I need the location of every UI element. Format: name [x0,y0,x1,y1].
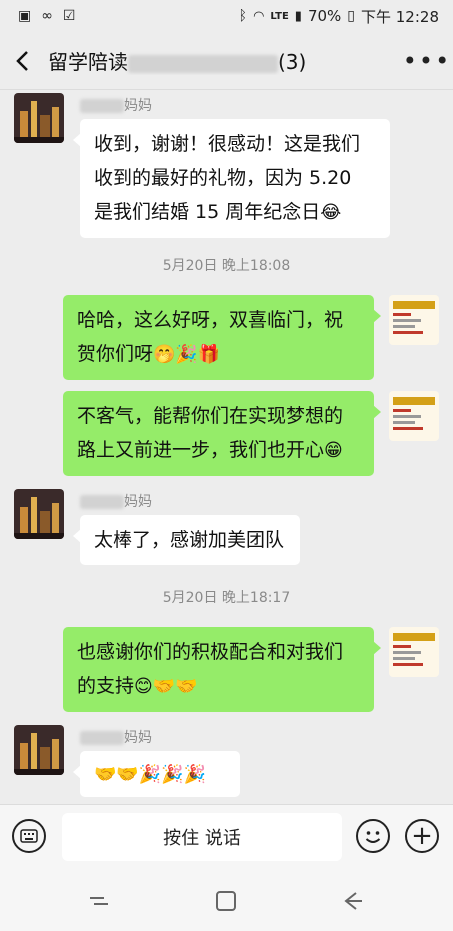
status-right: ᛒ ◠ LTE ▮ 70% ▯ 下午 12:28 [239,6,439,27]
nickname-suffix: 妈妈 [124,494,152,510]
back-button[interactable] [0,32,44,90]
emoji-button[interactable] [356,819,390,853]
status-left-icons: ▣ ∞ ☑ [18,8,75,24]
avatar[interactable] [14,489,64,539]
handshake-emoji-icon: 😊🤝🤝 [134,676,198,697]
bluetooth-icon: ᛒ [238,8,248,24]
avatar-self[interactable] [389,295,439,345]
battery-level: 70% [307,7,342,25]
emoji-icon [365,831,381,843]
timestamp: 5月20日 晚上18:08 [162,258,291,274]
checkbox-icon: ☑ [62,8,76,24]
system-back-icon [344,892,362,910]
chat-member-count: (3) [278,50,307,74]
battery-icon: ▯ [347,8,355,24]
redacted-name [80,495,124,509]
input-bar: 按住 说话 + [0,804,453,869]
voicemail-icon: ∞ [41,8,53,24]
chat-header: 留学陪读 (3) ••• [0,32,453,90]
handshake-party-emoji-icon: 🤝🤝🎉🎉🎉 [94,764,207,785]
chat-title-prefix: 留学陪读 [48,50,128,74]
company-logo-avatar [389,295,439,345]
nickname-suffix: 妈妈 [124,98,152,114]
clock: 下午 12:28 [361,7,439,26]
gallery-icon: ▣ [18,8,32,24]
company-logo-avatar [389,627,439,677]
system-back-button[interactable] [340,888,366,914]
chat-title: 留学陪读 (3) [48,46,401,75]
message-bubble-incoming[interactable]: 太棒了，感谢加美团队 [73,515,300,565]
system-navigation-bar [0,868,453,931]
celebration-emoji-icon: 🤭🎉🎁 [153,344,221,365]
city-avatar-image [14,725,64,775]
avatar[interactable] [14,725,64,775]
plus-button[interactable]: + [405,819,439,853]
sender-nickname: 妈妈 [80,491,152,511]
home-button[interactable] [213,888,239,914]
avatar[interactable] [14,93,64,143]
home-icon [216,891,236,911]
wifi-icon: ◠ [253,8,265,24]
redacted-name [128,54,278,73]
recent-apps-icon [90,897,108,905]
message-text: 不客气，能帮你们在实现梦想的路上又前进一步，我们也开心 [77,405,344,461]
plus-icon: + [411,821,433,851]
avatar-self[interactable] [389,627,439,677]
sender-nickname: 妈妈 [80,727,152,747]
back-arrow-icon [16,50,28,71]
avatar-self[interactable] [389,391,439,441]
nickname-suffix: 妈妈 [124,730,152,746]
signal-icon: ▮ [294,8,302,24]
city-avatar-image [14,93,64,143]
message-bubble-incoming[interactable]: 收到，谢谢！很感动！这是我们收到的最好的礼物，因为 5.20 是我们结婚 15 … [73,119,390,238]
sender-nickname: 妈妈 [80,95,152,115]
message-bubble-outgoing[interactable]: 也感谢你们的积极配合和对我们的支持😊🤝🤝 [63,627,381,712]
status-bar: ▣ ∞ ☑ ᛒ ◠ LTE ▮ 70% ▯ 下午 12:28 [0,0,453,32]
message-text: 也感谢你们的积极配合和对我们的支持 [77,641,344,697]
redacted-name [80,99,124,113]
keyboard-icon [20,829,38,843]
more-button[interactable]: ••• [401,32,453,90]
chat-area[interactable]: 妈妈 收到，谢谢！很感动！这是我们收到的最好的礼物，因为 5.20 是我们结婚 … [0,91,453,804]
redacted-name [80,731,124,745]
more-dots-icon: ••• [402,46,452,75]
keyboard-button[interactable] [12,819,46,853]
timestamp: 5月20日 晚上18:17 [162,590,291,606]
network-type: LTE [270,10,289,22]
message-bubble-outgoing[interactable]: 不客气，能帮你们在实现梦想的路上又前进一步，我们也开心😁 [63,391,381,476]
city-avatar-image [14,489,64,539]
hold-to-talk-button[interactable]: 按住 说话 [62,813,342,861]
message-bubble-incoming[interactable]: 🤝🤝🎉🎉🎉 [73,751,240,797]
company-logo-avatar [389,391,439,441]
message-text: 太棒了，感谢加美团队 [94,529,285,551]
grin-emoji-icon: 😁 [324,440,343,461]
laughing-emoji-icon: 😂 [320,202,342,223]
message-bubble-outgoing[interactable]: 哈哈，这么好呀，双喜临门，祝贺你们呀🤭🎉🎁 [63,295,381,380]
recent-apps-button[interactable] [86,888,112,914]
